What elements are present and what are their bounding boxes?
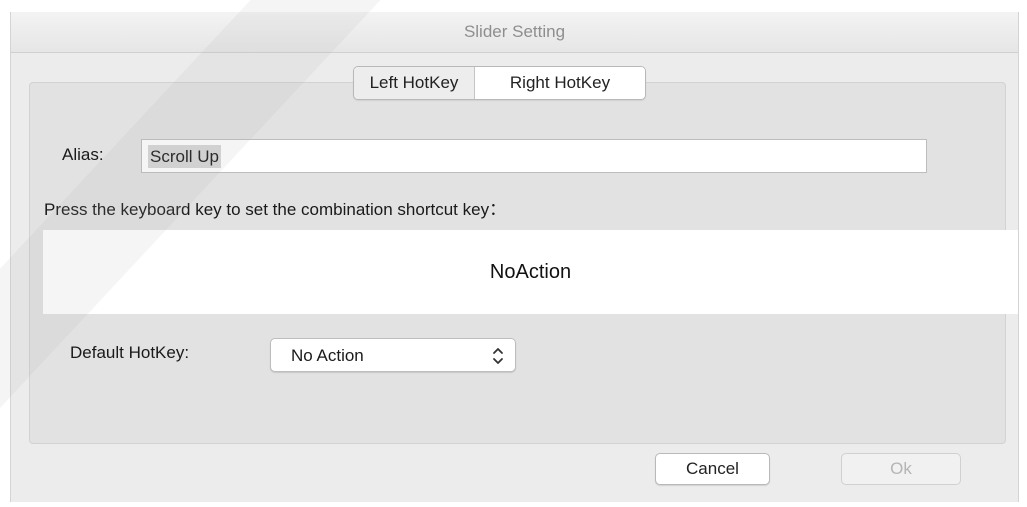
default-hotkey-value: No Action <box>291 346 364 365</box>
tab-left-hotkey[interactable]: Left HotKey <box>354 67 475 99</box>
default-hotkey-label: Default HotKey: <box>70 343 190 362</box>
window-title: Slider Setting <box>11 12 1018 53</box>
cancel-button[interactable]: Cancel <box>655 453 770 485</box>
ok-button[interactable]: Ok <box>841 453 961 485</box>
shortcut-prompt: Press the keyboard key to set the combin… <box>44 200 507 219</box>
alias-value: Scroll Up <box>148 145 221 168</box>
alias-label: Alias: <box>62 145 104 164</box>
alias-input[interactable]: Scroll Up <box>141 139 927 173</box>
default-hotkey-popup[interactable]: No Action <box>270 338 516 372</box>
chevron-updown-icon <box>493 348 503 364</box>
tab-right-hotkey[interactable]: Right HotKey <box>475 67 645 99</box>
hotkey-tab-bar: Left HotKey Right HotKey <box>353 66 646 100</box>
shortcut-capture-field[interactable]: NoAction <box>43 230 1018 314</box>
